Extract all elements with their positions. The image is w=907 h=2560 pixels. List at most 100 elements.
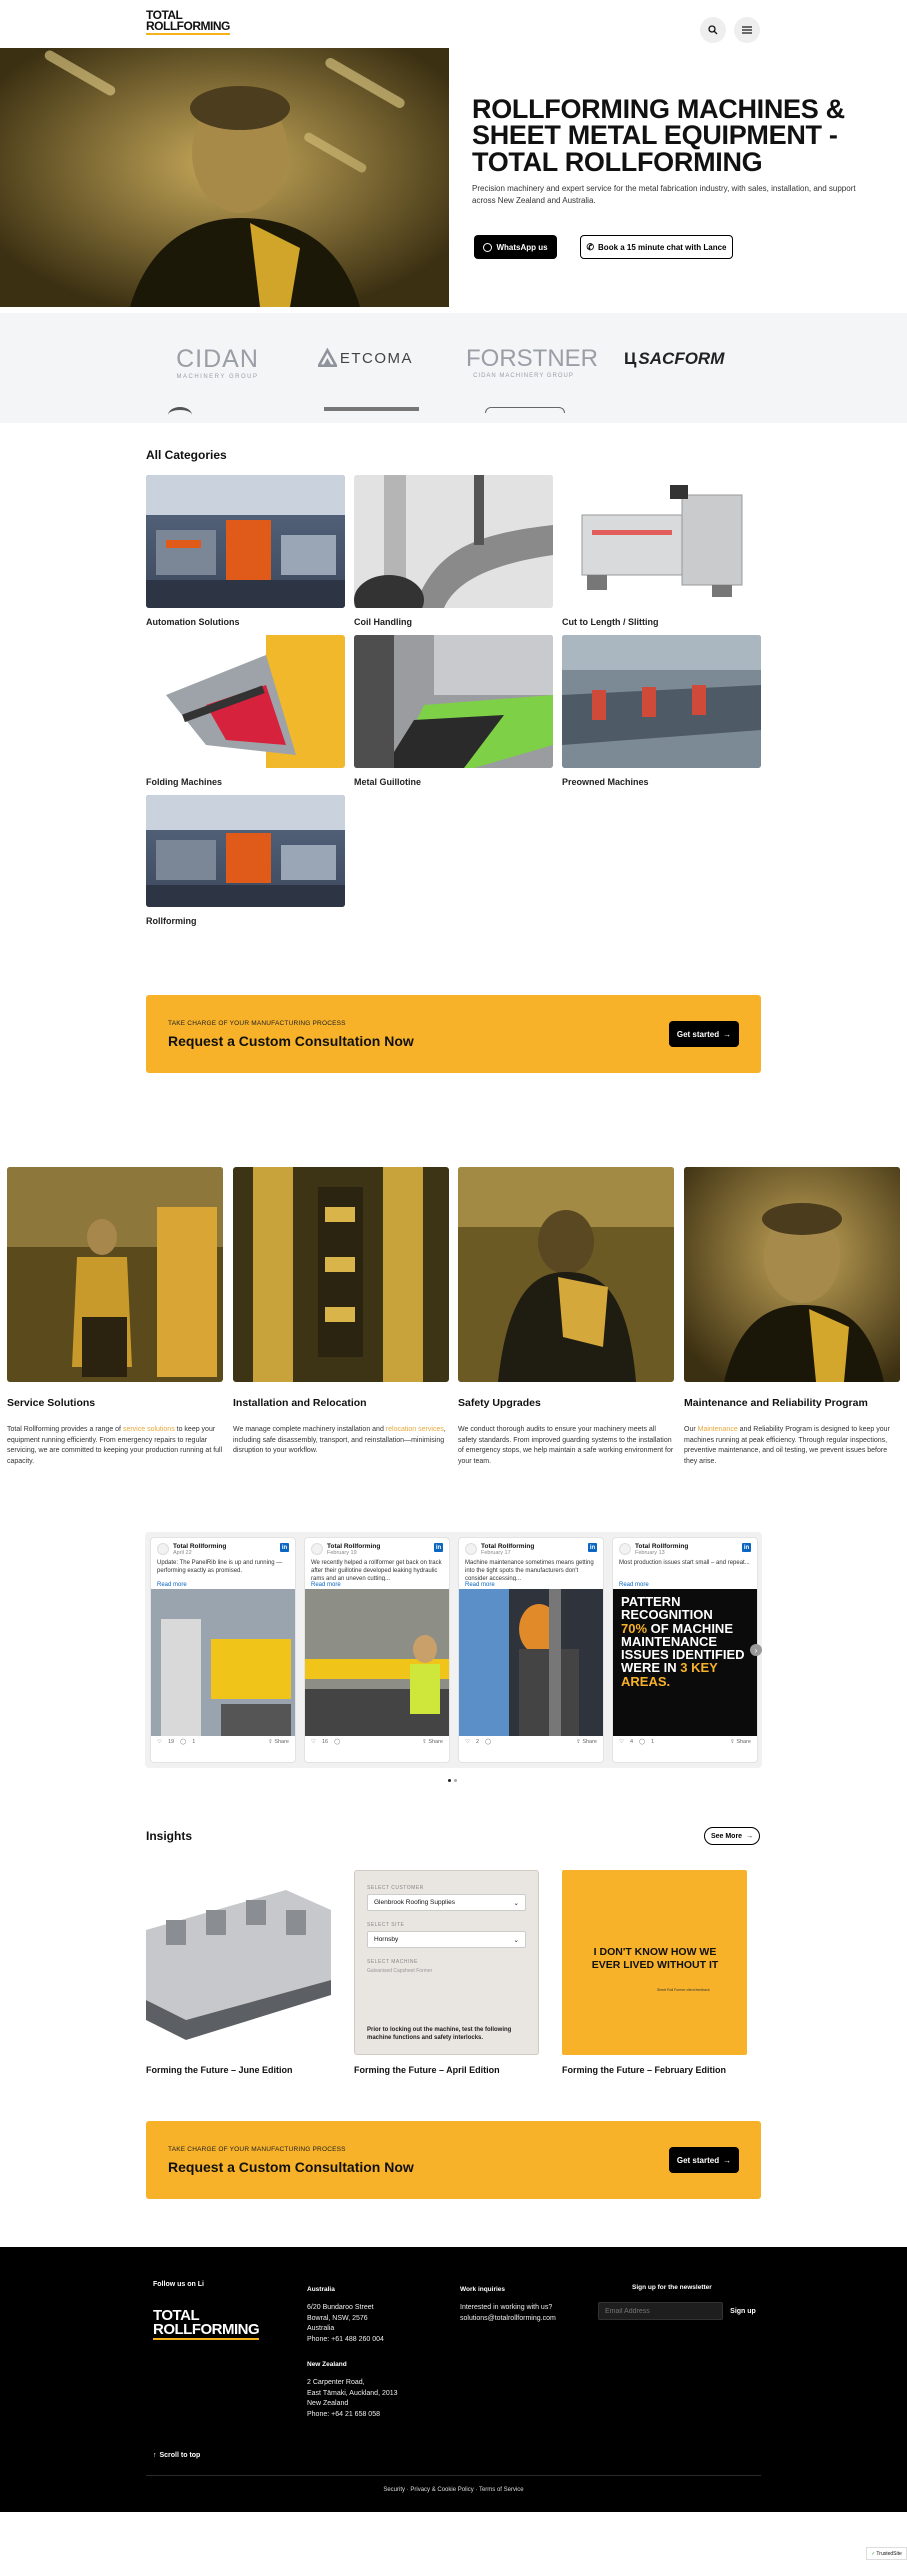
see-more-button[interactable]: See More → xyxy=(704,1827,760,1845)
newsletter-email-input[interactable] xyxy=(598,2302,723,2320)
mock-select-value: Glenbrook Roofing Supplies xyxy=(374,1899,455,1906)
share-button[interactable]: ⇪ Share xyxy=(576,1739,597,1745)
trustedsite-badge[interactable]: ✓ TrustedSite xyxy=(866,2547,907,2560)
footer-legal: Security · Privacy & Cookie Policy · Ter… xyxy=(383,2487,524,2493)
like-icon[interactable]: ♡ xyxy=(619,1739,624,1745)
comment-icon[interactable]: ◯ xyxy=(180,1739,186,1745)
share-button[interactable]: ⇪ Share xyxy=(730,1739,751,1745)
get-started-button[interactable]: Get started → xyxy=(669,2147,739,2173)
footer-heading: New Zealand xyxy=(307,2361,347,2368)
read-more-link[interactable]: Read more xyxy=(305,1581,449,1589)
like-icon[interactable]: ♡ xyxy=(311,1739,316,1745)
address-line: East Tāmaki, Auckland, 2013 xyxy=(307,2389,398,2397)
menu-button[interactable] xyxy=(734,17,760,43)
search-button[interactable] xyxy=(700,17,726,43)
phone-link[interactable]: Phone: +64 21 658 058 xyxy=(307,2410,447,2421)
category-card-guillotine[interactable]: Metal Guillotine xyxy=(354,635,553,787)
linkedin-post[interactable]: Total Rollforming February 19 in We recent… xyxy=(304,1537,450,1763)
mock-label: SELECT CUSTOMER xyxy=(367,1885,424,1891)
quote-text: I DON'T KNOW HOW WE EVER LIVED WITHOUT I… xyxy=(591,1946,719,1971)
hero-title: ROLLFORMING MACHINES & SHEET METAL EQUIP… xyxy=(472,94,845,177)
relocation-services-link[interactable]: relocation services xyxy=(386,1426,444,1433)
follow-us-link[interactable]: Follow us on Li xyxy=(153,2281,204,2288)
address-line: 2 Carpenter Road, xyxy=(307,2379,365,2386)
insight-image xyxy=(146,1870,331,2055)
slitter-illustration xyxy=(581,485,743,597)
category-card-automation[interactable]: Automation Solutions xyxy=(146,475,345,627)
linkedin-post[interactable]: Total Rollforming February 13 in Most prod… xyxy=(612,1537,758,1763)
service-title: Service Solutions xyxy=(7,1397,96,1409)
linkedin-post[interactable]: Total Rollforming February 17 in Machine m… xyxy=(458,1537,604,1763)
like-icon[interactable]: ♡ xyxy=(465,1739,470,1745)
terms-link[interactable]: Terms of Service xyxy=(479,2487,524,2493)
share-label: Share xyxy=(582,1739,597,1745)
folding-illustration xyxy=(166,635,345,768)
brand-partial-1 xyxy=(168,407,192,423)
insight-title: Forming the Future – April Edition xyxy=(354,2065,500,2075)
maintenance-link[interactable]: Maintenance xyxy=(698,1426,738,1433)
like-icon[interactable]: ♡ xyxy=(157,1739,162,1745)
read-more-link[interactable]: Read more xyxy=(459,1581,603,1589)
category-card-coil-handling[interactable]: Coil Handling xyxy=(354,475,553,627)
service-solutions-link[interactable]: service solutions xyxy=(123,1426,175,1433)
read-more-link[interactable]: Read more xyxy=(151,1581,295,1589)
factory-illustration xyxy=(146,475,345,608)
share-button[interactable]: ⇪ Share xyxy=(268,1739,289,1745)
insight-card[interactable]: Forming the Future – June Edition xyxy=(146,1870,331,2075)
arrow-right-icon: → xyxy=(723,1029,732,1039)
carousel-dot[interactable] xyxy=(454,1779,457,1782)
share-button[interactable]: ⇪ Share xyxy=(422,1739,443,1745)
signup-button[interactable]: Sign up xyxy=(725,2302,761,2320)
mock-label: SELECT SITE xyxy=(367,1922,405,1928)
insight-card[interactable]: I DON'T KNOW HOW WE EVER LIVED WITHOUT I… xyxy=(562,1870,747,2075)
comment-icon[interactable]: ◯ xyxy=(485,1739,491,1745)
category-card-folding[interactable]: Folding Machines xyxy=(146,635,345,787)
category-card-preowned[interactable]: Preowned Machines xyxy=(562,635,761,787)
service-image-3 xyxy=(458,1167,674,1382)
phone-link[interactable]: Phone: +61 488 260 004 xyxy=(307,2335,447,2346)
security-link[interactable]: Security xyxy=(383,2487,405,2493)
consultation-cta: TAKE CHARGE OF YOUR MANUFACTURING PROCES… xyxy=(146,995,761,1073)
whatsapp-button[interactable]: WhatsApp us xyxy=(474,235,557,259)
arrow-right-icon: → xyxy=(746,1832,754,1840)
poster-line: AREAS. xyxy=(621,1673,671,1689)
comment-icon[interactable]: ◯ xyxy=(639,1739,645,1745)
cta-kicker: TAKE CHARGE OF YOUR MANUFACTURING PROCES… xyxy=(168,1020,346,1027)
post-text: Update: The PanelRib line is up and runn… xyxy=(157,1560,283,1575)
header-logo[interactable]: TOTAL ROLLFORMING xyxy=(146,9,230,36)
cta-heading: Request a Custom Consultation Now xyxy=(168,2159,414,2175)
comment-icon[interactable]: ◯ xyxy=(334,1739,340,1745)
share-label: Share xyxy=(274,1739,289,1745)
privacy-link[interactable]: Privacy & Cookie Policy xyxy=(410,2487,473,2493)
installation-relocation: Installation and Relocation We manage co… xyxy=(233,1397,449,1457)
category-card-cut-to-length[interactable]: Cut to Length / Slitting xyxy=(562,475,761,627)
read-more-link[interactable]: Read more xyxy=(613,1581,757,1589)
mock-select: Hornsby ⌄ xyxy=(367,1931,526,1948)
book-chat-button[interactable]: ✆ Book a 15 minute chat with Lance xyxy=(580,235,733,259)
post-author: Total Rollforming xyxy=(173,1543,227,1550)
mock-select-value: Hornsby xyxy=(374,1936,399,1943)
category-card-rollforming[interactable]: Rollforming xyxy=(146,795,345,926)
email-link[interactable]: solutions@totalrollforming.com xyxy=(460,2314,600,2325)
machine-photo-illustration xyxy=(151,1589,295,1736)
service-photo-illustration xyxy=(458,1167,674,1382)
get-started-button[interactable]: Get started → xyxy=(669,1021,739,1047)
poster-line: ISSUES IDENTIFIED xyxy=(621,1647,745,1662)
poster-line: PATTERN xyxy=(621,1594,681,1609)
carousel-dot-active[interactable] xyxy=(448,1779,451,1782)
hero-subtitle: Precision machinery and expert service f… xyxy=(472,184,856,205)
post-author: Total Rollforming xyxy=(327,1543,381,1550)
chevron-right-icon: › xyxy=(754,1645,758,1655)
carousel-next-button[interactable]: › xyxy=(750,1644,762,1656)
logo-line-2: ROLLFORMING xyxy=(146,20,230,36)
address-line: Bowral, NSW, 2576 xyxy=(307,2314,368,2322)
footer-australia: Australia 6/20 Bundaroo Street Bowral, N… xyxy=(307,2286,447,2420)
factory-illustration xyxy=(146,795,345,907)
post-author: Total Rollforming xyxy=(635,1543,689,1550)
sacform-mark-icon: Ц xyxy=(624,349,637,368)
footer-logo[interactable]: TOTAL ROLLFORMING xyxy=(153,2308,260,2340)
scroll-to-top-button[interactable]: ↑ Scroll to top xyxy=(153,2452,200,2459)
like-count: 16 xyxy=(321,1739,329,1745)
linkedin-post[interactable]: Total Rollforming April 22 in Update: The … xyxy=(150,1537,296,1763)
insight-card[interactable]: SELECT CUSTOMER Glenbrook Roofing Suppli… xyxy=(354,1870,539,2075)
